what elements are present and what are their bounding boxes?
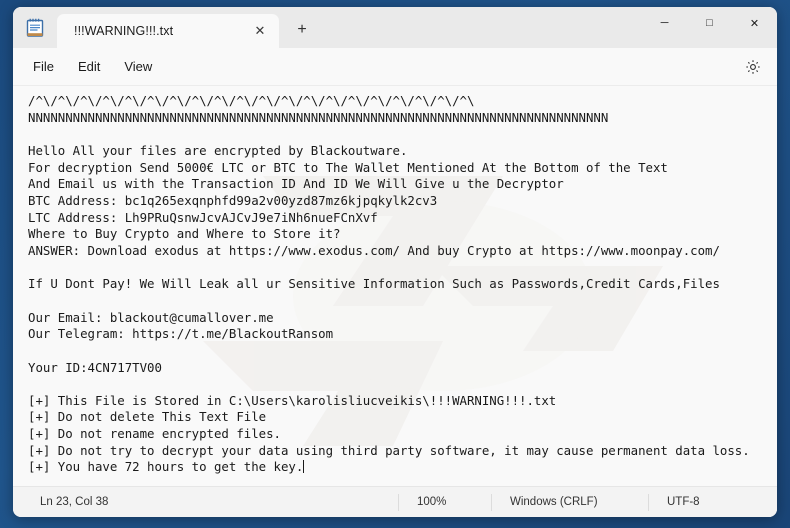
tab-title: !!!WARNING!!!.txt	[74, 24, 174, 38]
line-ending-indicator[interactable]: Windows (CRLF)	[491, 493, 648, 511]
menu-item-edit[interactable]: Edit	[66, 54, 112, 79]
maximize-button[interactable]: □	[687, 7, 732, 39]
encoding-indicator[interactable]: UTF-8	[648, 493, 777, 511]
menu-item-file[interactable]: File	[21, 54, 66, 79]
zoom-level[interactable]: 100%	[398, 493, 491, 511]
text-caret	[303, 460, 305, 474]
title-bar: !!!WARNING!!!.txt ✕ + ─ □ ✕	[13, 7, 777, 48]
new-tab-icon[interactable]: +	[286, 15, 318, 45]
notepad-icon	[26, 18, 44, 38]
tab-strip: !!!WARNING!!!.txt ✕ +	[57, 7, 318, 48]
minimize-button[interactable]: ─	[642, 7, 687, 39]
status-bar: Ln 23, Col 38 100% Windows (CRLF) UTF-8	[13, 486, 777, 517]
ransom-note-text[interactable]: /^\/^\/^\/^\/^\/^\/^\/^\/^\/^\/^\/^\/^\/…	[13, 86, 777, 476]
note-body: /^\/^\/^\/^\/^\/^\/^\/^\/^\/^\/^\/^\/^\/…	[28, 93, 750, 475]
menu-bar: File Edit View	[13, 48, 777, 86]
notepad-window: !!!WARNING!!!.txt ✕ + ─ □ ✕ File Edit Vi…	[13, 7, 777, 517]
cursor-position-label: Ln 23, Col 38	[40, 496, 109, 508]
tab-warning-txt[interactable]: !!!WARNING!!!.txt ✕	[57, 14, 279, 48]
window-controls: ─ □ ✕	[642, 7, 777, 39]
menu-item-view[interactable]: View	[112, 54, 164, 79]
text-editor-area[interactable]: /^\/^\/^\/^\/^\/^\/^\/^\/^\/^\/^\/^\/^\/…	[13, 86, 777, 486]
gear-icon[interactable]	[739, 53, 767, 80]
close-icon[interactable]: ✕	[247, 19, 273, 43]
close-button[interactable]: ✕	[732, 7, 777, 39]
